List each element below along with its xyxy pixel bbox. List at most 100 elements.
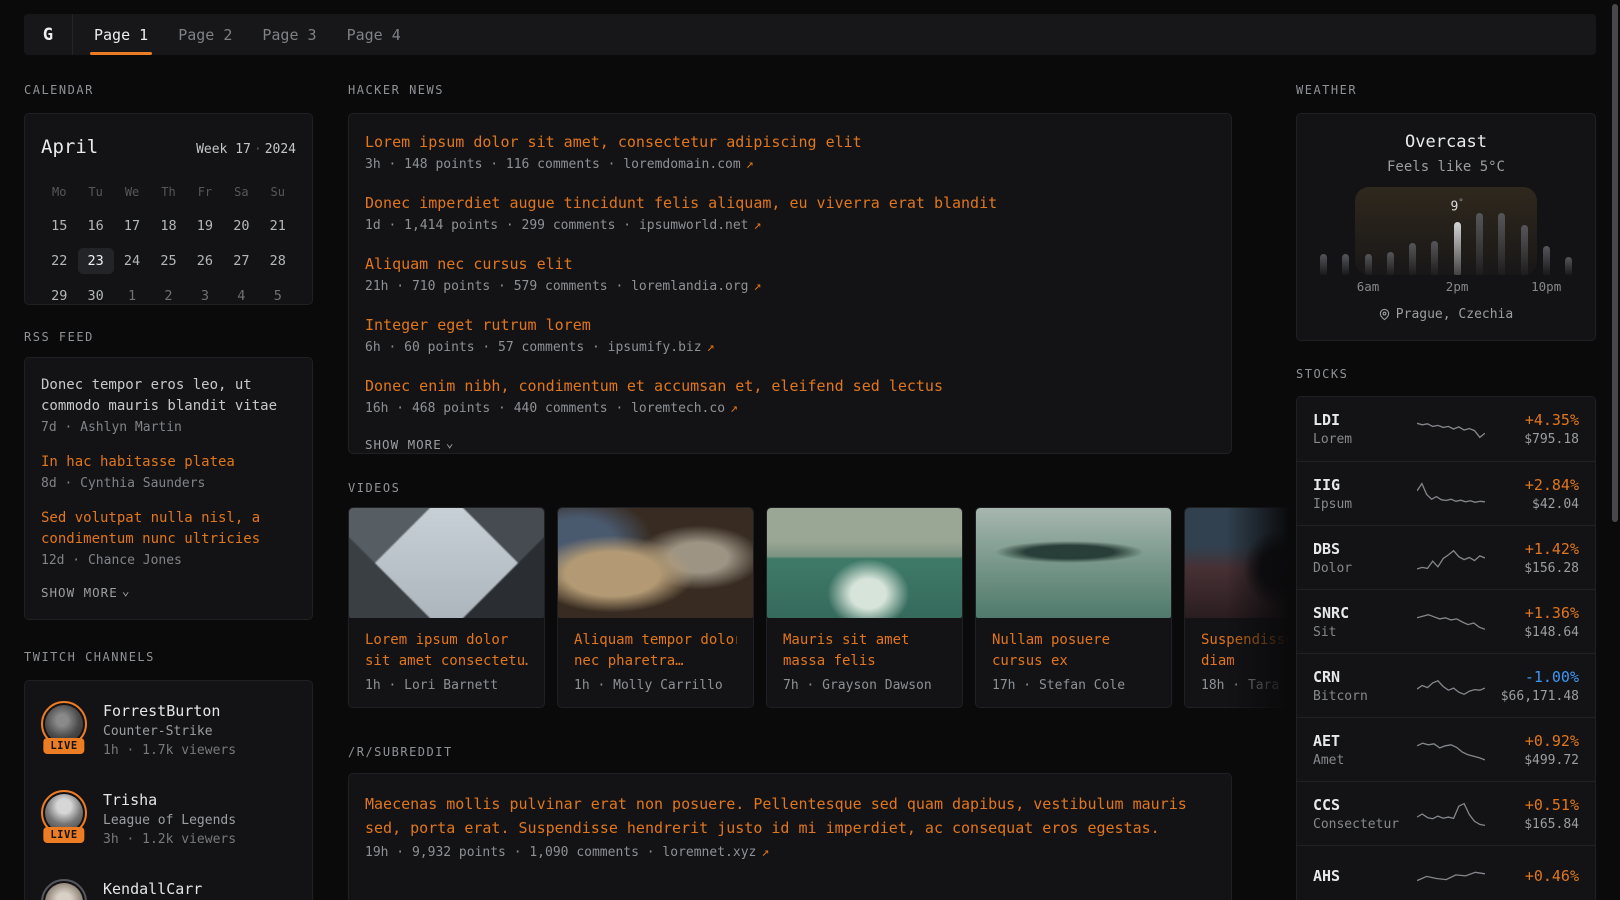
nav-tab[interactable]: Page 1 (79, 14, 163, 55)
calendar-weekday: Tu (77, 182, 113, 202)
video-card[interactable]: Aliquam tempor dolor nec pharetra… 1h · … (557, 507, 754, 708)
hackernews-item-domain[interactable]: loremtech.co (631, 401, 725, 416)
weather-widget: Overcast Feels like 5°C 9°6am2pm10pm Pra… (1296, 113, 1596, 341)
stock-row[interactable]: CCS Consectetur +0.51% $165.84 (1297, 781, 1595, 845)
stock-price: $165.84 (1497, 817, 1579, 832)
calendar-weekday: Su (260, 182, 296, 202)
hackernews-item: Integer eget rutrum lorem 6h · 60 points… (365, 315, 1215, 355)
nav-tab-label: Page 1 (94, 26, 148, 44)
stock-name: Ipsum (1313, 497, 1417, 512)
video-thumbnail[interactable] (976, 508, 1171, 618)
stock-row[interactable]: CRN Bitcorn -1.00% $66,171.48 (1297, 653, 1595, 717)
stock-values: +0.51% $165.84 (1497, 796, 1579, 832)
twitch-channel-name: Trisha (103, 791, 236, 809)
stock-id: CRN Bitcorn (1313, 668, 1417, 704)
rss-item-title[interactable]: Donec tempor eros leo, ut commodo mauris… (41, 375, 296, 417)
hackernews-item-title[interactable]: Integer eget rutrum lorem (365, 315, 1215, 336)
video-card[interactable]: Nullam posuere cursus ex 17h · Stefan Co… (975, 507, 1172, 708)
video-card[interactable]: Lorem ipsum dolor sit amet consectetu… 1… (348, 507, 545, 708)
video-title[interactable]: Mauris sit amet massa felis (767, 618, 962, 672)
stock-sparkline (1417, 863, 1497, 893)
live-badge: LIVE (43, 738, 84, 754)
calendar-day-grid: 15 16 17 18 19 20 21 22 23 24 25 26 27 2… (41, 213, 296, 309)
app-logo[interactable]: G (24, 14, 72, 55)
rss-item-title[interactable]: In hac habitasse platea (41, 452, 296, 473)
video-card[interactable]: Mauris sit amet massa felis 7h · Grayson… (766, 507, 963, 708)
twitch-channel-name: KendallCarr (103, 880, 202, 898)
nav-tab[interactable]: Page 4 (332, 14, 416, 55)
nav-tab[interactable]: Page 2 (163, 14, 247, 55)
twitch-channel-row[interactable]: LIVE Trisha League of Legends 3h · 1.2k … (41, 790, 296, 847)
hackernews-item: Donec enim nibh, condimentum et accumsan… (365, 376, 1215, 416)
nav-tab[interactable]: Page 3 (247, 14, 331, 55)
stock-row[interactable]: SNRC Sit +1.36% $148.64 (1297, 589, 1595, 653)
stock-price: $148.64 (1497, 625, 1579, 640)
rss-item-title[interactable]: Sed volutpat nulla nisl, a condimentum n… (41, 508, 296, 550)
stock-values: +1.42% $156.28 (1497, 540, 1579, 576)
subreddit-section-label: /R/SUBREDDIT (348, 746, 1296, 759)
stock-change: +4.35% (1497, 411, 1579, 429)
calendar-day: 27 (223, 248, 259, 274)
video-card[interactable]: Suspendisse diam 18h · Tara (1184, 507, 1296, 708)
stock-values: -1.00% $66,171.48 (1497, 668, 1579, 704)
twitch-channel-name: ForrestBurton (103, 702, 236, 720)
hackernews-item-meta: 16h · 468 points · 440 comments · loremt… (365, 401, 1215, 416)
external-link-icon: ↗ (754, 218, 762, 233)
hackernews-item-domain[interactable]: loremlandia.org (631, 279, 748, 294)
hackernews-item-domain[interactable]: ipsumify.biz (608, 340, 702, 355)
stock-row[interactable]: LDI Lorem +4.35% $795.18 (1297, 397, 1595, 461)
stock-ticker: CRN (1313, 668, 1417, 686)
video-title[interactable]: Aliquam tempor dolor nec pharetra… (558, 618, 753, 672)
hackernews-item-title[interactable]: Donec imperdiet augue tincidunt felis al… (365, 193, 1215, 214)
twitch-channel-viewers: 1h · 1.7k viewers (103, 743, 236, 758)
stock-values: +0.46% (1497, 867, 1579, 888)
subreddit-post-domain[interactable]: loremnet.xyz (662, 845, 756, 860)
subreddit-widget: Maecenas mollis pulvinar erat non posuer… (348, 773, 1232, 900)
stock-sparkline (1417, 735, 1497, 765)
stock-name: Dolor (1313, 561, 1417, 576)
calendar-weekday-row: Mo Tu We Th Fr Sa Su (41, 182, 296, 202)
weather-hour-bar (1498, 213, 1505, 275)
weather-hour-bar (1387, 252, 1394, 275)
video-thumbnail[interactable] (349, 508, 544, 618)
stock-row[interactable]: AHS +0.46% (1297, 845, 1595, 900)
stock-id: LDI Lorem (1313, 411, 1417, 447)
hackernews-show-more-button[interactable]: SHOW MORE⌄ (365, 437, 1215, 453)
hackernews-item-title[interactable]: Donec enim nibh, condimentum et accumsan… (365, 376, 1215, 397)
scrollbar[interactable] (1612, 4, 1618, 522)
twitch-channel-row[interactable]: LIVE ForrestBurton Counter-Strike 1h · 1… (41, 701, 296, 758)
calendar-weekday: Mo (41, 182, 77, 202)
video-thumbnail[interactable] (767, 508, 962, 618)
video-title[interactable]: Nullam posuere cursus ex (976, 618, 1171, 672)
stock-id: CCS Consectetur (1313, 796, 1417, 832)
video-thumbnail[interactable] (558, 508, 753, 618)
rss-show-more-button[interactable]: SHOW MORE⌄ (41, 585, 296, 601)
stock-row[interactable]: DBS Dolor +1.42% $156.28 (1297, 525, 1595, 589)
stock-change: -1.00% (1497, 668, 1579, 686)
hackernews-item-title[interactable]: Lorem ipsum dolor sit amet, consectetur … (365, 132, 1215, 153)
video-thumbnail[interactable] (1185, 508, 1296, 618)
external-link-icon: ↗ (746, 157, 754, 172)
stock-name: Consectetur (1313, 817, 1417, 832)
stock-row[interactable]: AET Amet +0.92% $499.72 (1297, 717, 1595, 781)
chevron-down-icon: ⌄ (446, 436, 455, 451)
subreddit-post-title[interactable]: Maecenas mollis pulvinar erat non posuer… (365, 792, 1215, 840)
external-link-icon: ↗ (707, 340, 715, 355)
hackernews-item-domain[interactable]: ipsumworld.net (639, 218, 749, 233)
twitch-channel-row[interactable]: LIVE KendallCarr (41, 879, 296, 900)
stock-price: $66,171.48 (1497, 689, 1579, 704)
calendar-weekday: Fr (187, 182, 223, 202)
avatar (45, 883, 83, 900)
calendar-day: 1 (114, 283, 150, 309)
twitch-channel-category: League of Legends (103, 813, 236, 828)
calendar-day: 22 (41, 248, 77, 274)
stock-ticker: IIG (1313, 476, 1417, 494)
hackernews-item-title[interactable]: Aliquam nec cursus elit (365, 254, 1215, 275)
stock-row[interactable]: IIG Ipsum +2.84% $42.04 (1297, 461, 1595, 525)
hackernews-item: Aliquam nec cursus elit 21h · 710 points… (365, 254, 1215, 294)
hackernews-item-domain[interactable]: loremdomain.com (623, 157, 740, 172)
video-title[interactable]: Suspendisse diam (1185, 618, 1296, 672)
top-nav: G Page 1 Page 2 Page 3 Page 4 (24, 14, 1596, 55)
weather-hour-bar (1476, 213, 1483, 275)
video-title[interactable]: Lorem ipsum dolor sit amet consectetu… (349, 618, 544, 672)
